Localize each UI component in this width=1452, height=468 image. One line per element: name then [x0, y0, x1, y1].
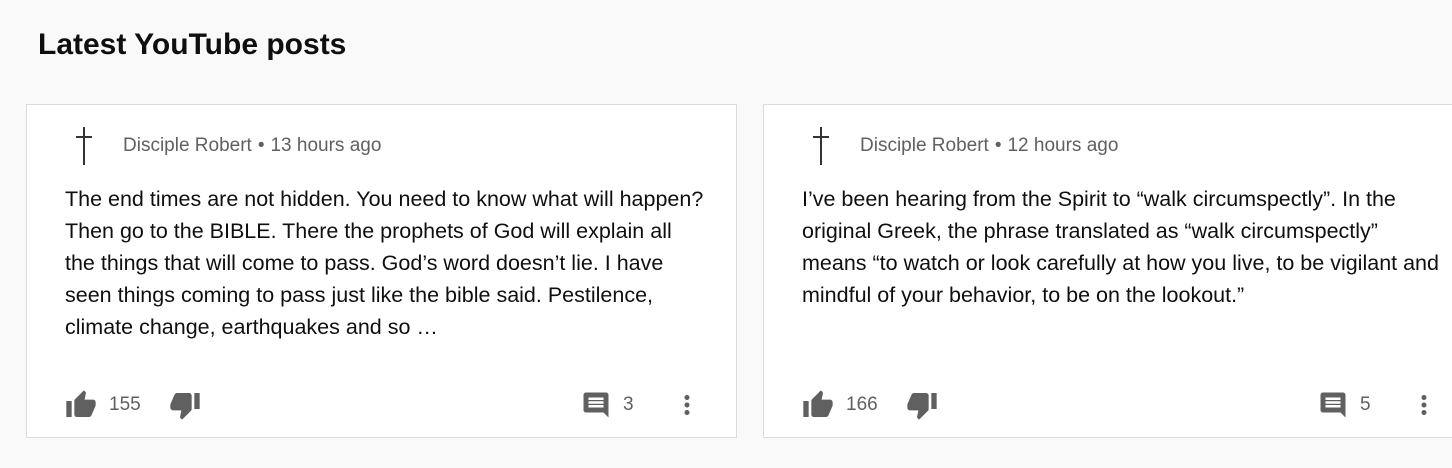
like-count: 155 — [109, 394, 141, 415]
post-header: Disciple Robert • 13 hours ago — [65, 127, 381, 165]
dislike-button[interactable] — [169, 387, 201, 423]
cross-icon[interactable] — [65, 127, 103, 165]
more-actions-button[interactable] — [1406, 387, 1442, 423]
thumb-up-icon — [66, 390, 96, 417]
post-header: Disciple Robert • 12 hours ago — [802, 127, 1118, 165]
like-button[interactable]: 155 — [65, 387, 141, 423]
post-card: Disciple Robert • 13 hours ago The end tim… — [26, 104, 737, 438]
more-vert-icon — [684, 395, 690, 415]
dislike-button[interactable] — [906, 387, 938, 423]
post-text: I’ve been hearing from the Spirit to “wa… — [802, 187, 1439, 307]
meta-separator: • — [994, 135, 1002, 156]
author-name[interactable]: Disciple Robert — [860, 135, 989, 156]
comment-icon — [1320, 392, 1346, 418]
more-actions-button[interactable] — [669, 387, 705, 423]
post-card: Disciple Robert • 12 hours ago I’ve been h… — [763, 104, 1452, 438]
cross-icon[interactable] — [802, 127, 840, 165]
like-count: 166 — [846, 394, 878, 415]
thumb-up-icon — [803, 390, 833, 417]
post-actions: 166 5 — [802, 387, 1452, 423]
comment-count: 5 — [1360, 394, 1371, 415]
section-title: Latest YouTube posts — [38, 28, 347, 61]
post-time[interactable]: 12 hours ago — [1007, 135, 1118, 156]
post-meta: Disciple Robert • 12 hours ago — [860, 135, 1118, 157]
thumb-down-icon — [907, 393, 937, 420]
comment-icon — [583, 392, 609, 418]
thumb-down-icon — [170, 393, 200, 420]
more-vert-icon — [1421, 395, 1427, 415]
post-time[interactable]: 13 hours ago — [270, 135, 381, 156]
comment-button[interactable]: 3 — [581, 387, 634, 423]
post-actions: 155 3 — [65, 387, 736, 423]
comment-button[interactable]: 5 — [1318, 387, 1371, 423]
post-meta: Disciple Robert • 13 hours ago — [123, 135, 381, 157]
like-button[interactable]: 166 — [802, 387, 878, 423]
author-name[interactable]: Disciple Robert — [123, 135, 252, 156]
comment-count: 3 — [623, 394, 634, 415]
post-text: The end times are not hidden. You need t… — [65, 187, 704, 339]
meta-separator: • — [257, 135, 265, 156]
posts-list: Disciple Robert • 13 hours ago The end tim… — [26, 104, 1452, 440]
